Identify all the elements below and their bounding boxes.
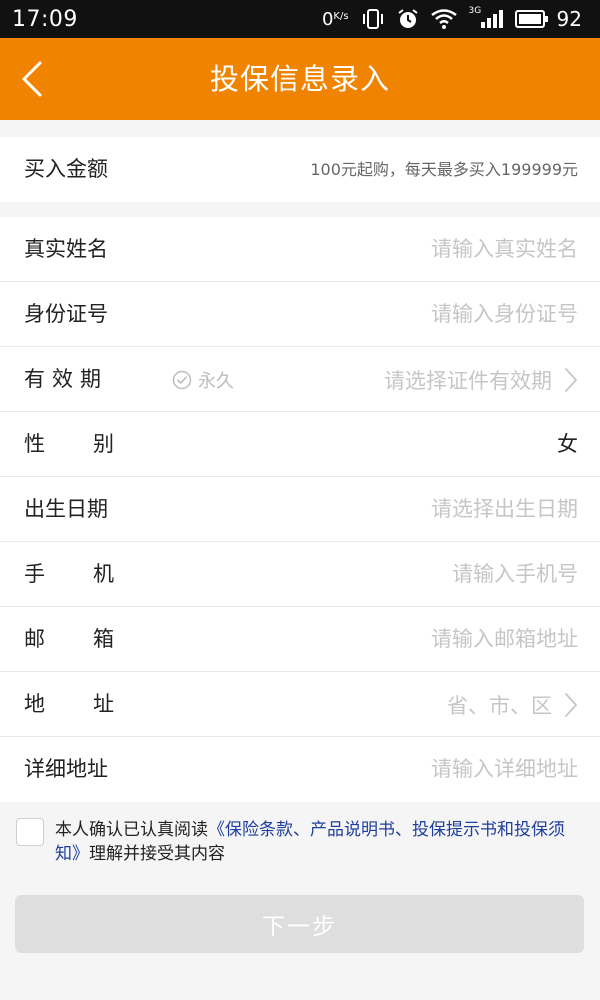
phone-row: 手机 (0, 542, 600, 607)
email-input[interactable] (238, 607, 578, 671)
name-input[interactable] (238, 217, 578, 281)
name-row: 真实姓名 (0, 217, 600, 282)
validity-placeholder: 请选择证件有效期 (384, 368, 552, 393)
status-bar: 17:09 0K/s 3G 92 (0, 0, 600, 38)
insured-info-form: 真实姓名 身份证号 有效期 永久 请选择证件有效期 性别 女 出生日期 手机 (0, 217, 600, 802)
region-placeholder: 省、市、区 (447, 693, 552, 718)
alarm-icon (397, 9, 418, 28)
email-label: 邮箱 (24, 627, 114, 651)
id-number-label: 身份证号 (24, 302, 108, 326)
validity-select[interactable]: 请选择证件有效期 (384, 347, 578, 412)
wifi-icon (430, 9, 457, 29)
region-label: 地址 (24, 692, 114, 716)
gender-value[interactable]: 女 (557, 412, 578, 477)
detail-address-input[interactable] (238, 737, 578, 801)
permanent-label: 永久 (198, 370, 234, 392)
chevron-right-icon (565, 367, 577, 392)
birth-date-row: 出生日期 (0, 477, 600, 542)
birth-date-label: 出生日期 (24, 497, 108, 521)
detail-address-label: 详细地址 (24, 757, 108, 781)
battery-icon (514, 10, 548, 28)
network-type-label: 3G (468, 6, 482, 16)
chevron-left-icon (22, 61, 42, 97)
email-row: 邮箱 (0, 607, 600, 672)
network-speed: 0K/s (321, 8, 349, 30)
nav-bar: 投保信息录入 (0, 38, 600, 120)
agreement-prefix: 本人确认已认真阅读 (55, 820, 208, 840)
birth-date-input[interactable] (238, 477, 578, 541)
agreement-text: 本人确认已认真阅读《保险条款、产品说明书、投保提示书和投保须知》理解并接受其内容 (55, 818, 577, 866)
check-circle-icon (172, 370, 192, 389)
amount-section: 买入金额 100元起购，每天最多买入199999元 (0, 137, 600, 202)
detail-address-row: 详细地址 (0, 737, 600, 802)
next-step-button[interactable]: 下一步 (15, 895, 584, 953)
region-row: 地址 省、市、区 (0, 672, 600, 737)
chevron-right-icon (565, 692, 577, 717)
gender-row[interactable]: 性别 女 (0, 412, 600, 477)
amount-row: 买入金额 100元起购，每天最多买入199999元 (0, 137, 600, 202)
status-icons: 0K/s 3G 92 (321, 6, 582, 31)
battery-level: 92 (556, 7, 582, 31)
agreement-section: 本人确认已认真阅读《保险条款、产品说明书、投保提示书和投保须知》理解并接受其内容 (0, 802, 600, 882)
agreement-suffix: 理解并接受其内容 (89, 844, 225, 864)
agree-checkbox[interactable] (16, 818, 44, 846)
validity-row: 有效期 永久 请选择证件有效期 (0, 347, 600, 412)
validity-label: 有效期 (24, 367, 108, 391)
name-label: 真实姓名 (24, 237, 108, 261)
back-button[interactable] (8, 54, 56, 104)
phone-label: 手机 (24, 562, 114, 586)
gender-label: 性别 (24, 432, 114, 456)
region-select[interactable]: 省、市、区 (447, 672, 578, 737)
id-number-input[interactable] (238, 282, 578, 346)
amount-label: 买入金额 (24, 157, 108, 181)
page-title: 投保信息录入 (209, 62, 390, 96)
permanent-option[interactable]: 永久 (172, 347, 234, 412)
cellular-signal-icon: 3G (469, 6, 503, 28)
phone-input[interactable] (238, 542, 578, 606)
amount-hint: 100元起购，每天最多买入199999元 (310, 160, 578, 179)
id-number-row: 身份证号 (0, 282, 600, 347)
vibrate-icon (362, 9, 383, 29)
status-time: 17:09 (12, 6, 78, 32)
